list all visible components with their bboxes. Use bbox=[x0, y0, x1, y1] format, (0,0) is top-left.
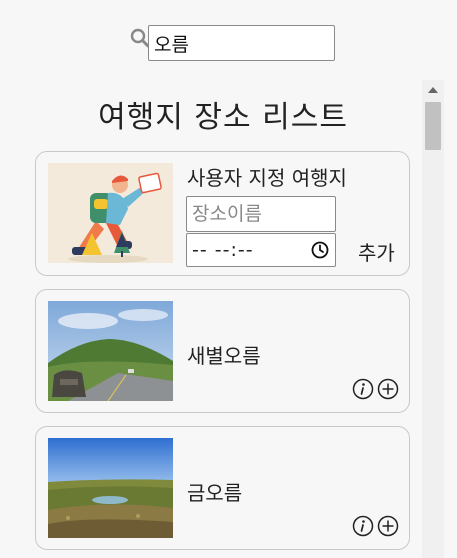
add-circle-icon[interactable] bbox=[377, 378, 399, 400]
place-image bbox=[48, 301, 173, 401]
custom-destination-card: 사용자 지정 여행지 -- --:-- 추가 bbox=[35, 151, 410, 276]
time-input[interactable]: -- --:-- bbox=[186, 233, 336, 267]
time-input-value: -- --:-- bbox=[192, 239, 254, 261]
custom-destination-title: 사용자 지정 여행지 bbox=[187, 166, 347, 190]
info-icon[interactable] bbox=[352, 378, 374, 400]
search-icon[interactable] bbox=[130, 28, 150, 48]
place-name-input[interactable] bbox=[186, 196, 336, 232]
place-name: 새별오름 bbox=[187, 344, 261, 368]
place-card[interactable]: 금오름 bbox=[35, 426, 410, 550]
place-card[interactable]: 새별오름 bbox=[35, 289, 410, 413]
hiker-illustration-image bbox=[48, 163, 173, 263]
scrollbar[interactable] bbox=[422, 80, 444, 558]
search-bar bbox=[128, 24, 336, 62]
place-image bbox=[48, 438, 173, 538]
add-button[interactable]: 추가 bbox=[358, 237, 395, 266]
place-list-panel[interactable]: 여행지 장소 리스트 사용자 지정 여행지 장소이름 -- --:-- 추가 새… bbox=[24, 80, 422, 558]
clock-icon[interactable] bbox=[311, 241, 329, 259]
search-input[interactable] bbox=[148, 25, 335, 61]
place-name: 금오름 bbox=[187, 481, 243, 505]
info-icon[interactable] bbox=[352, 515, 374, 537]
add-circle-icon[interactable] bbox=[377, 515, 399, 537]
scroll-thumb[interactable] bbox=[425, 102, 441, 150]
scroll-up-arrow-icon[interactable] bbox=[428, 87, 438, 93]
page-title: 여행지 장소 리스트 bbox=[98, 100, 348, 135]
